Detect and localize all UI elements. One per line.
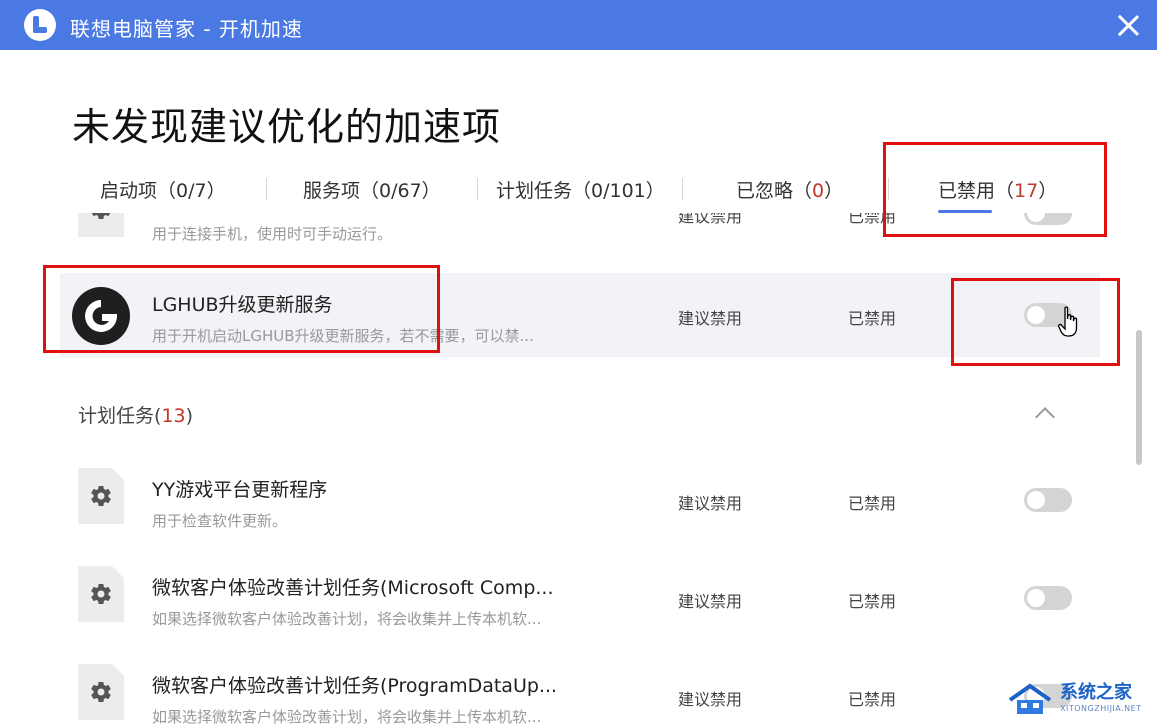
gear-icon: [91, 486, 111, 507]
tab-ignored[interactable]: 已忽略（0）: [736, 176, 843, 216]
item-status: 已禁用: [848, 592, 897, 611]
chevron-up-icon[interactable]: [1035, 407, 1055, 427]
item-toggle[interactable]: [1024, 586, 1072, 610]
item-suggestion: 建议禁用: [678, 690, 743, 709]
section-header-scheduled-tasks: 计划任务(13): [78, 401, 193, 428]
watermark: 系统之家 XITONGZHIJIA.NET: [1000, 676, 1150, 720]
page-title: 未发现建议优化的加速项: [72, 105, 502, 149]
tab-divider: [266, 178, 267, 200]
gear-icon: [91, 682, 111, 703]
item-description: 如果选择微软客户体验改善计划，将会收集并上传本机软...: [152, 708, 542, 724]
tab-ignored-count: 0: [812, 180, 825, 202]
gear-icon: [91, 213, 111, 220]
window-title: 联想电脑管家 - 开机加速: [70, 17, 303, 41]
file-icon: [78, 566, 124, 622]
item-suggestion: 建议禁用: [678, 592, 743, 611]
item-suggestion: 建议禁用: [678, 309, 743, 328]
section-label: 计划任务: [78, 405, 155, 427]
item-name: 微软客户体验改善计划任务(ProgramDataUp...: [152, 675, 558, 697]
tab-divider: [682, 178, 683, 200]
file-icon: [78, 213, 124, 237]
tab-divider: [477, 178, 478, 200]
tab-services[interactable]: 服务项（0/67）: [303, 176, 441, 216]
item-name: 微软客户体验改善计划任务(Microsoft Comp...: [152, 577, 554, 599]
item-suggestion: 建议禁用: [678, 494, 743, 513]
item-status: 已禁用: [848, 690, 897, 709]
watermark-subtext: XITONGZHIJIA.NET: [1060, 704, 1142, 713]
item-description: 如果选择微软客户体验改善计划，将会收集并上传本机软...: [152, 610, 542, 628]
item-status: 已禁用: [848, 494, 897, 513]
tab-startup[interactable]: 启动项（0/7）: [100, 176, 226, 216]
item-toggle[interactable]: [1024, 488, 1072, 512]
list-item: 微软客户体验改善计划任务(Microsoft Comp... 如果选择微软客户体…: [60, 556, 1100, 640]
section-count-suffix: ): [185, 405, 194, 427]
list-item: 微软客户体验改善计划任务(ProgramDataUp... 如果选择微软客户体验…: [60, 654, 1100, 724]
highlight-box-disabled-tab: [883, 142, 1107, 237]
title-bar: 联想电脑管家 - 开机加速: [0, 0, 1157, 50]
close-button[interactable]: [1113, 10, 1143, 40]
highlight-box-lghub-item: [43, 265, 440, 353]
file-icon: [78, 664, 124, 720]
tab-ignored-suffix: ）: [824, 180, 844, 202]
watermark-text: 系统之家: [1060, 682, 1132, 703]
scrollbar-thumb[interactable]: [1136, 330, 1142, 465]
house-logo-icon: [1008, 683, 1052, 714]
item-name: YY游戏平台更新程序: [152, 479, 328, 501]
gear-icon: [91, 584, 111, 605]
list-item: YY游戏平台更新程序 用于检查软件更新。 建议禁用 已禁用: [60, 458, 1100, 542]
item-status: 已禁用: [848, 309, 897, 328]
tab-scheduled-tasks[interactable]: 计划任务（0/101）: [496, 176, 665, 216]
file-icon: [78, 468, 124, 524]
hand-cursor-icon: [1058, 306, 1078, 337]
highlight-box-toggle: [951, 278, 1120, 366]
section-count: 13: [161, 405, 186, 427]
lenovo-logo-icon: [24, 9, 56, 41]
item-description: 用于检查软件更新。: [152, 512, 288, 530]
item-description: 用于连接手机，使用时可手动运行。: [152, 225, 393, 243]
item-suggestion: 建议禁用: [678, 213, 743, 226]
tab-ignored-prefix: 已忽略（: [736, 180, 813, 202]
